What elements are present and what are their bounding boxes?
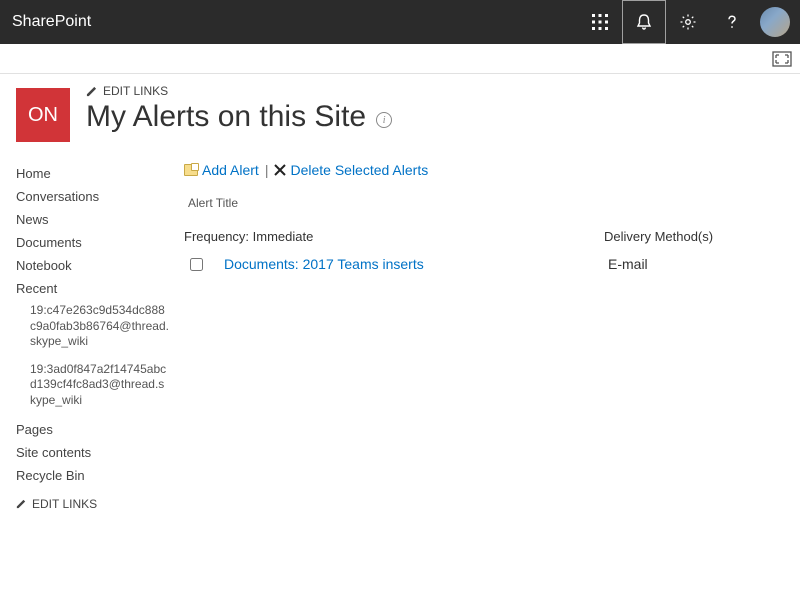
help-icon <box>723 13 741 31</box>
notifications-button[interactable] <box>622 0 666 44</box>
settings-button[interactable] <box>666 0 710 44</box>
edit-links-bottom[interactable]: EDIT LINKS <box>16 497 170 511</box>
nav-item-documents[interactable]: Documents <box>16 231 170 254</box>
suite-icon-group <box>578 0 800 44</box>
add-alert-label: Add Alert <box>202 162 259 178</box>
help-button[interactable] <box>710 0 754 44</box>
nav-item-site-contents[interactable]: Site contents <box>16 441 170 464</box>
nav-item-conversations[interactable]: Conversations <box>16 185 170 208</box>
suite-bar: SharePoint <box>0 0 800 44</box>
alert-row: Documents: 2017 Teams inserts E-mail <box>184 254 784 276</box>
nav-item-recycle-bin[interactable]: Recycle Bin <box>16 464 170 487</box>
focus-icon <box>772 51 792 67</box>
nav-recent-item-2[interactable]: 19:3ad0f847a2f14745abcd139cf4fc8ad3@thre… <box>16 359 170 412</box>
focus-content-button[interactable] <box>772 51 792 67</box>
edit-links-label: EDIT LINKS <box>103 84 168 98</box>
nav-item-notebook[interactable]: Notebook <box>16 254 170 277</box>
title-area: ON EDIT LINKS My Alerts on this Site i <box>0 74 800 142</box>
pencil-icon <box>86 86 97 97</box>
waffle-icon <box>591 13 609 31</box>
frequency-group-label: Frequency: Immediate <box>184 229 604 244</box>
body-row: Home Conversations News Documents Notebo… <box>0 142 800 511</box>
bell-icon <box>635 13 653 31</box>
action-separator: | <box>265 162 269 178</box>
info-icon[interactable]: i <box>376 112 392 128</box>
main-content: Add Alert | Delete Selected Alerts Alert… <box>170 162 784 511</box>
action-bar: Add Alert | Delete Selected Alerts <box>184 162 784 178</box>
add-alert-button[interactable]: Add Alert <box>184 162 259 178</box>
left-nav: Home Conversations News Documents Notebo… <box>16 162 170 511</box>
nav-item-home[interactable]: Home <box>16 162 170 185</box>
delivery-method-header: Delivery Method(s) <box>604 229 784 244</box>
ribbon-strip <box>0 44 800 74</box>
edit-links-top[interactable]: EDIT LINKS <box>86 84 784 98</box>
app-title[interactable]: SharePoint <box>12 13 91 31</box>
nav-item-pages[interactable]: Pages <box>16 418 170 441</box>
delete-icon <box>274 164 286 176</box>
page-title: My Alerts on this Site <box>86 100 366 134</box>
app-launcher-button[interactable] <box>578 0 622 44</box>
alert-name-link[interactable]: Documents: 2017 Teams inserts <box>224 256 604 272</box>
nav-item-news[interactable]: News <box>16 208 170 231</box>
edit-links-bottom-label: EDIT LINKS <box>32 497 97 511</box>
gear-icon <box>679 13 697 31</box>
delete-selected-button[interactable]: Delete Selected Alerts <box>274 162 428 178</box>
pencil-icon <box>16 499 26 509</box>
group-header-row: Frequency: Immediate Delivery Method(s) <box>184 224 784 254</box>
alert-row-checkbox[interactable] <box>190 258 203 271</box>
delete-selected-label: Delete Selected Alerts <box>290 162 428 178</box>
alert-delivery-method: E-mail <box>604 256 784 272</box>
alert-title-column-header: Alert Title <box>184 196 784 210</box>
site-logo[interactable]: ON <box>16 88 70 142</box>
avatar[interactable] <box>760 7 790 37</box>
nav-recent-item-1[interactable]: 19:c47e263c9d534dc888c9a0fab3b86764@thre… <box>16 300 170 353</box>
nav-item-recent[interactable]: Recent <box>16 277 170 300</box>
add-alert-icon <box>184 164 198 176</box>
